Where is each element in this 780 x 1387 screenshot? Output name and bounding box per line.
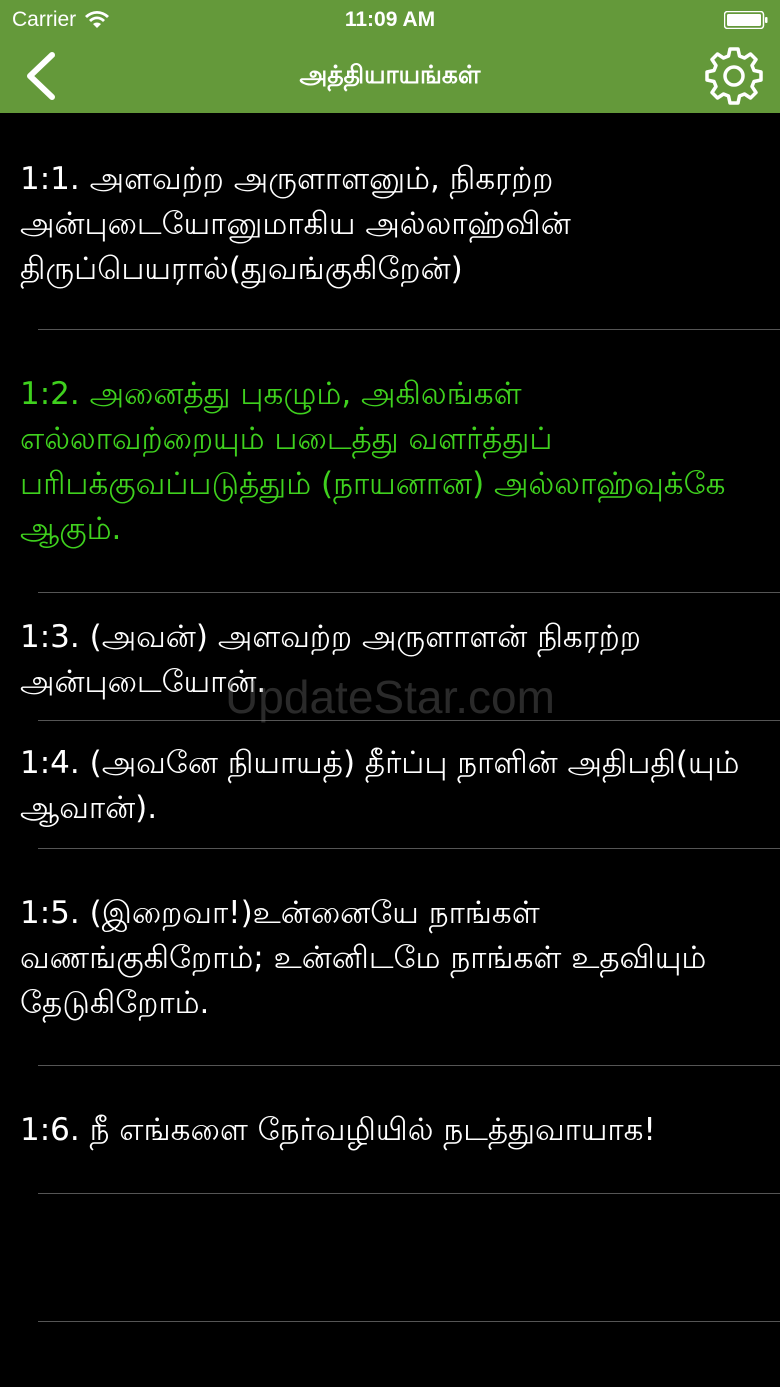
verse-text: 1:4. (அவனே நியாயத்) தீர்ப்பு நாளின் அதிப… xyxy=(20,745,740,826)
settings-button[interactable] xyxy=(704,46,764,106)
verse-text: 1:5. (இறைவா!)உன்னையே நாங்கள் வணங்குகிறோம… xyxy=(20,895,707,1021)
verse-row[interactable]: 1:3. (அவன்) அளவற்ற அருளாளன் நிகரற்ற அன்ப… xyxy=(20,593,780,721)
status-bar: Carrier 11:09 AM xyxy=(0,0,780,40)
back-button[interactable] xyxy=(16,50,66,102)
verse-row[interactable]: 1:4. (அவனே நியாயத்) தீர்ப்பு நாளின் அதிப… xyxy=(20,721,780,849)
verse-text: 1:2. அனைத்து புகழும், அகிலங்கள் எல்லாவற்… xyxy=(20,376,726,547)
verse-row[interactable] xyxy=(38,1194,780,1322)
verse-row[interactable]: 1:2. அனைத்து புகழும், அகிலங்கள் எல்லாவற்… xyxy=(20,330,780,593)
verse-row[interactable]: 1:1. அளவற்ற அருளாளனும், நிகரற்ற அன்புடைய… xyxy=(20,113,780,330)
battery-icon xyxy=(724,11,768,29)
page-title: அத்தியாயங்கள் xyxy=(299,60,481,89)
verse-row[interactable]: 1:6. நீ எங்களை நேர்வழியில் நடத்துவாயாக! xyxy=(20,1066,780,1194)
verse-list: 1:1. அளவற்ற அருளாளனும், நிகரற்ற அன்புடைய… xyxy=(0,113,780,1322)
verse-row[interactable]: 1:5. (இறைவா!)உன்னையே நாங்கள் வணங்குகிறோம… xyxy=(20,849,780,1066)
verse-text: 1:6. நீ எங்களை நேர்வழியில் நடத்துவாயாக! xyxy=(20,1112,656,1148)
status-time: 11:09 AM xyxy=(344,8,436,31)
gear-icon xyxy=(705,47,763,105)
verse-text: 1:3. (அவன்) அளவற்ற அருளாளன் நிகரற்ற அன்ப… xyxy=(20,619,641,700)
verse-text: 1:1. அளவற்ற அருளாளனும், நிகரற்ற அன்புடைய… xyxy=(20,161,571,287)
nav-bar: அத்தியாயங்கள் xyxy=(0,40,780,113)
chevron-left-icon xyxy=(27,52,55,100)
